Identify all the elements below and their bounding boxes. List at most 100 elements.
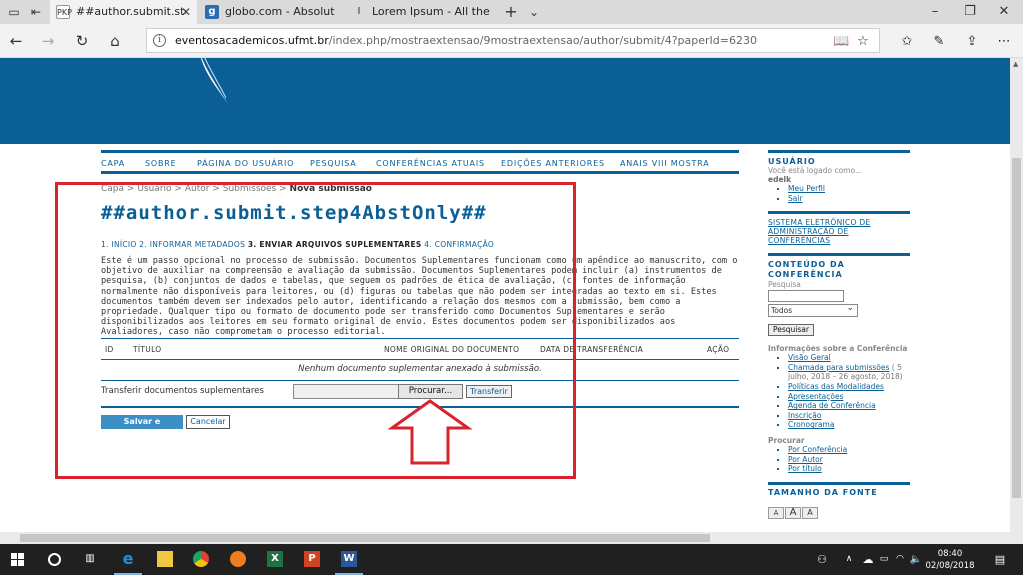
show-hidden-icons-chevron-icon[interactable]: ∧ bbox=[842, 544, 856, 575]
tab-title: Lorem Ipsum - All the facts bbox=[372, 5, 492, 18]
tab-lorem-ipsum[interactable]: I Lorem Ipsum - All the facts bbox=[346, 0, 496, 24]
favorites-hub-icon[interactable]: ✩ bbox=[899, 34, 915, 50]
onedrive-cloud-icon[interactable]: ☁ bbox=[860, 544, 876, 575]
user-links: Meu Perfil Sair bbox=[788, 184, 910, 203]
sidebar-search-input[interactable] bbox=[768, 290, 844, 303]
browser-toolbar: ← → ↻ ⌂ i eventosacademicos.ufmt.br/inde… bbox=[0, 24, 1023, 58]
red-arrow-annotation bbox=[388, 399, 472, 465]
sidebar-content-heading: CONTEÚDO DA CONFERÊNCIA bbox=[768, 260, 845, 280]
vertical-scroll-thumb[interactable] bbox=[1012, 158, 1021, 498]
link-por-autor[interactable]: Por Autor bbox=[788, 455, 823, 464]
taskbar-app-firefox[interactable]: ● bbox=[220, 544, 256, 575]
new-tab-button[interactable]: + bbox=[503, 4, 519, 20]
task-view-icon: ▥ bbox=[85, 553, 95, 564]
nav-conferencias-atuais[interactable]: CONFERÊNCIAS ATUAIS bbox=[376, 159, 485, 168]
tab-favicon: g bbox=[205, 5, 219, 19]
taskbar-app-edge[interactable]: e bbox=[110, 544, 146, 575]
link-apresentacoes[interactable]: Apresentações bbox=[788, 392, 843, 401]
screen: ▭ ⇤ PKP ##author.submit.step4A ✕ g globo… bbox=[0, 0, 1023, 575]
web-notes-pen-icon[interactable]: ✎ bbox=[931, 34, 947, 50]
taskbar-app-explorer[interactable]: ▬ bbox=[147, 544, 183, 575]
link-agenda[interactable]: Agenda de Conferência bbox=[788, 401, 876, 410]
nav-anais[interactable]: ANAIS VIII MOSTRA bbox=[620, 159, 709, 168]
taskbar-app-powerpoint[interactable]: P bbox=[294, 544, 330, 575]
address-bar[interactable]: i eventosacademicos.ufmt.br/index.php/mo… bbox=[146, 28, 880, 53]
close-window-button[interactable]: ✕ bbox=[987, 0, 1021, 24]
minimize-button[interactable]: – bbox=[918, 0, 952, 24]
task-view-button[interactable]: ▥ bbox=[72, 544, 108, 575]
taskbar-app-word[interactable]: W bbox=[331, 544, 367, 575]
scroll-up-icon[interactable]: ▲ bbox=[1013, 60, 1018, 68]
edge-icon: e bbox=[122, 549, 134, 568]
link-inscricao[interactable]: Inscrição bbox=[788, 411, 821, 420]
url-text[interactable]: eventosacademicos.ufmt.br/index.php/most… bbox=[175, 34, 757, 47]
link-sair[interactable]: Sair bbox=[788, 194, 803, 203]
taskbar-app-excel[interactable]: X bbox=[257, 544, 293, 575]
tab-favicon: I bbox=[357, 6, 361, 17]
nav-pagina-usuario[interactable]: PÁGINA DO USUÁRIO bbox=[197, 159, 294, 168]
restore-button[interactable]: ❐ bbox=[953, 0, 987, 24]
nav-edicoes-anteriores[interactable]: EDIÇÕES ANTERIORES bbox=[501, 159, 605, 168]
refresh-icon[interactable]: ↻ bbox=[73, 32, 91, 50]
excel-icon: X bbox=[267, 551, 283, 567]
link-politicas[interactable]: Políticas das Modalidades bbox=[788, 382, 884, 391]
nav-sobre[interactable]: SOBRE bbox=[145, 159, 176, 168]
more-menu-icon[interactable]: ⋯ bbox=[996, 34, 1012, 50]
font-large-button[interactable]: A bbox=[802, 506, 818, 519]
people-icon[interactable]: ⚇ bbox=[812, 544, 832, 575]
forward-arrow-icon[interactable]: → bbox=[39, 32, 57, 50]
home-icon[interactable]: ⌂ bbox=[106, 32, 124, 50]
favorite-star-icon[interactable]: ☆ bbox=[855, 34, 871, 50]
action-center-icon[interactable]: ▤ bbox=[990, 544, 1010, 575]
site-banner bbox=[0, 58, 1010, 144]
search-scope-select[interactable]: Todos bbox=[768, 303, 858, 318]
horizontal-scrollbar[interactable] bbox=[0, 532, 1023, 544]
windows-taskbar: ▥ e ▬ ● ● X P W ⚇ ∧ ☁ ▭ ◠ 🔈 08:40 02/08/ bbox=[0, 544, 1023, 575]
windows-logo-icon bbox=[11, 553, 24, 566]
link-meu-perfil[interactable]: Meu Perfil bbox=[788, 184, 825, 193]
start-button[interactable] bbox=[0, 544, 36, 575]
tab-preview-icon[interactable]: ▭ bbox=[6, 4, 22, 20]
nav-capa[interactable]: CAPA bbox=[101, 159, 125, 168]
taskbar-app-chrome[interactable]: ● bbox=[183, 544, 219, 575]
link-por-conferencia[interactable]: Por Conferência bbox=[788, 445, 847, 454]
battery-icon[interactable]: ▭ bbox=[877, 544, 891, 575]
vertical-scrollbar[interactable]: ▲ bbox=[1010, 58, 1023, 532]
font-medium-button[interactable]: A bbox=[785, 506, 801, 519]
font-small-button[interactable]: A bbox=[768, 506, 784, 519]
file-explorer-icon: ▬ bbox=[157, 551, 173, 567]
main-navigation: CAPA SOBRE PÁGINA DO USUÁRIO PESQUISA CO… bbox=[101, 150, 739, 174]
sidebar: USUÁRIO Você está logado como... edelk M… bbox=[768, 150, 910, 519]
reading-view-icon[interactable]: 📖 bbox=[833, 34, 849, 50]
back-arrow-icon[interactable]: ← bbox=[7, 32, 25, 50]
font-size-controls: AAA bbox=[768, 500, 910, 519]
share-icon[interactable]: ⇪ bbox=[964, 34, 980, 50]
horizontal-scroll-thumb[interactable] bbox=[20, 534, 710, 542]
site-info-icon[interactable]: i bbox=[153, 34, 166, 47]
set-tabs-aside-icon[interactable]: ⇤ bbox=[28, 4, 44, 20]
word-icon: W bbox=[341, 551, 357, 567]
tab-globo[interactable]: g globo.com - Absolutamente bbox=[199, 0, 343, 24]
link-por-titulo[interactable]: Por título bbox=[788, 464, 822, 473]
clock-date: 02/08/2018 bbox=[925, 561, 975, 571]
tab-active[interactable]: PKP ##author.submit.step4A ✕ bbox=[50, 0, 197, 24]
page-viewport: CAPA SOBRE PÁGINA DO USUÁRIO PESQUISA CO… bbox=[0, 58, 1010, 532]
sidebar-user-heading: USUÁRIO bbox=[768, 157, 816, 166]
link-visao-geral[interactable]: Visão Geral bbox=[788, 353, 831, 362]
powerpoint-icon: P bbox=[304, 551, 320, 567]
font-size-heading: TAMANHO DA FONTE bbox=[768, 487, 878, 497]
cortana-search-button[interactable] bbox=[36, 544, 72, 575]
sidebar-search-button[interactable]: Pesquisar bbox=[768, 324, 814, 337]
wifi-icon[interactable]: ◠ bbox=[893, 544, 907, 575]
tab-list-button[interactable]: ⌄ bbox=[526, 4, 542, 20]
close-tab-icon[interactable]: ✕ bbox=[181, 0, 191, 24]
nav-pesquisa[interactable]: PESQUISA bbox=[310, 159, 357, 168]
firefox-icon: ● bbox=[230, 551, 246, 567]
tab-title: ##author.submit.step4A bbox=[76, 5, 186, 18]
link-cronograma[interactable]: Cronograma bbox=[788, 420, 834, 429]
clock[interactable]: 08:40 02/08/2018 bbox=[920, 548, 980, 572]
link-sistema-eletronico[interactable]: SISTEMA ELETRÔNICO DE ADMINISTRAÇÃO DE C… bbox=[768, 218, 910, 245]
browse-heading: Procurar bbox=[768, 435, 805, 445]
link-chamada[interactable]: Chamada para submissões bbox=[788, 363, 889, 372]
chrome-icon: ● bbox=[193, 551, 209, 567]
